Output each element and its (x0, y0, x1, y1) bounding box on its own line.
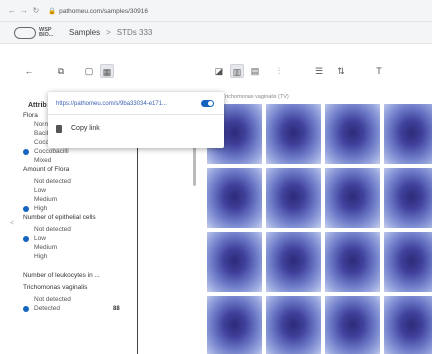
radio-selected-icon[interactable] (23, 306, 29, 312)
arrow-right-icon[interactable]: → (18, 6, 30, 15)
logo-icon[interactable] (14, 26, 36, 39)
cell-image-tile[interactable] (207, 232, 262, 292)
grid-label: Trichomonas vaginalis (TV) (222, 94, 289, 100)
attribute-option[interactable]: Coccobacilli (34, 148, 69, 155)
collapse-arrow-icon[interactable]: < (10, 220, 14, 227)
breadcrumb-samples[interactable]: Samples (69, 28, 100, 37)
share-popup: https://pathomeu.com/s/9ba33034-e171... … (48, 92, 224, 148)
grid-view-icon[interactable]: ▦ (100, 64, 114, 78)
back-arrow-icon[interactable]: ← (22, 64, 36, 78)
layout-b-icon[interactable]: ▥ (230, 64, 244, 78)
cell-image-tile[interactable] (325, 104, 380, 164)
share-url[interactable]: https://pathomeu.com/s/9ba33034-e171... (56, 101, 167, 107)
cell-image-tile[interactable] (207, 168, 262, 228)
text-size-icon[interactable]: T (372, 64, 386, 78)
layout-a-icon[interactable]: ◪ (212, 64, 226, 78)
attribute-group-label: Number of leukocytes in ... (23, 272, 100, 279)
arrow-left-icon[interactable]: ← (6, 6, 18, 15)
copy-icon[interactable] (56, 125, 62, 133)
document-icon[interactable]: ▢ (82, 64, 96, 78)
url-text[interactable]: pathomeu.com/samples/30916 (59, 8, 148, 15)
sort-icon[interactable]: ⇅ (334, 64, 348, 78)
reload-icon[interactable]: ↻ (30, 6, 42, 15)
radio-selected-icon[interactable] (23, 206, 29, 212)
sidebar-heading: Attrib (28, 102, 47, 109)
copy-link-button[interactable]: Copy link (71, 125, 100, 132)
count-button[interactable]: 88 (113, 306, 120, 312)
lock-icon: 🔒 (48, 7, 57, 15)
radio-selected-icon[interactable] (23, 149, 29, 155)
url-field[interactable]: 🔒 pathomeu.com/samples/30916 (48, 7, 148, 15)
browser-address-bar: ← → ↻ 🔒 pathomeu.com/samples/30916 (0, 0, 432, 22)
attribute-option[interactable]: Not detected (34, 226, 71, 233)
cell-image-tile[interactable] (266, 232, 321, 292)
attribute-option[interactable]: Low (34, 187, 46, 194)
attribute-group-label: Flora (23, 112, 38, 119)
share-toggle[interactable] (201, 100, 214, 107)
attribute-option[interactable]: High (34, 253, 47, 260)
logo-text: WSP BIO... (39, 26, 54, 38)
popup-divider (48, 114, 224, 115)
attribute-option[interactable]: Detected (34, 305, 60, 312)
cell-image-tile[interactable] (325, 296, 380, 354)
attribute-option[interactable]: Medium (34, 244, 57, 251)
attribute-group-label: Amount of Flora (23, 166, 70, 173)
app-header: WSP BIO... Samples > STDs 333 (0, 22, 432, 44)
attribute-option[interactable]: Medium (34, 196, 57, 203)
attribute-option[interactable]: Low (34, 235, 46, 242)
breadcrumb-current: STDs 333 (116, 28, 153, 37)
attribute-group-label: Trichomonas vaginalis (23, 284, 88, 291)
layout-c-icon[interactable]: ▤ (248, 64, 262, 78)
attribute-option[interactable]: High (34, 205, 47, 212)
breadcrumb-separator: > (106, 28, 111, 37)
toolbar: ← ⧉ ▢ ▦ ◪ ▥ ▤ ⫶ ☰ ⇅ T (0, 60, 432, 84)
cell-image-tile[interactable] (207, 296, 262, 354)
attribute-option[interactable]: Mixed (34, 157, 51, 164)
cell-image-tile[interactable] (384, 296, 432, 354)
filter-icon[interactable]: ☰ (312, 64, 326, 78)
cell-image-tile[interactable] (325, 232, 380, 292)
column-icon[interactable]: ⫶ (272, 64, 286, 78)
image-grid (207, 104, 432, 354)
attribute-option[interactable]: Not detected (34, 178, 71, 185)
share-icon[interactable]: ⧉ (54, 64, 68, 78)
attribute-option[interactable]: Not detected (34, 296, 71, 303)
cell-image-tile[interactable] (384, 232, 432, 292)
cell-image-tile[interactable] (266, 104, 321, 164)
cell-image-tile[interactable] (384, 104, 432, 164)
radio-selected-icon[interactable] (23, 236, 29, 242)
attribute-group-label: Number of epithelial cells (23, 214, 96, 221)
cell-image-tile[interactable] (325, 168, 380, 228)
cell-image-tile[interactable] (384, 168, 432, 228)
cell-image-tile[interactable] (266, 168, 321, 228)
cell-image-tile[interactable] (266, 296, 321, 354)
